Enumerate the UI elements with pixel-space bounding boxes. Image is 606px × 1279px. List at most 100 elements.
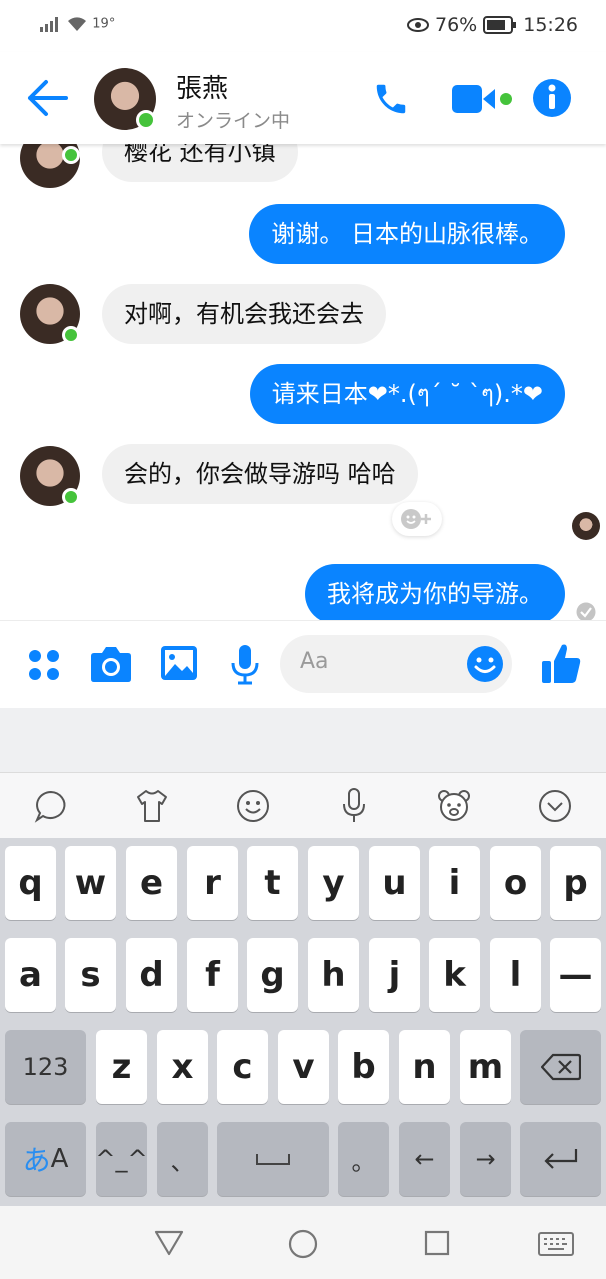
sender-avatar bbox=[20, 446, 80, 506]
clock: 15:26 bbox=[523, 14, 578, 36]
key-l[interactable]: l bbox=[490, 938, 541, 1012]
add-reaction-button[interactable] bbox=[392, 502, 442, 536]
keyboard-keys: q w e r t y u i o p a s d f g h j k l — … bbox=[0, 838, 606, 1206]
contact-avatar-wrapper[interactable] bbox=[94, 68, 156, 130]
key-p[interactable]: p bbox=[550, 846, 601, 920]
voice-input-icon[interactable] bbox=[340, 787, 368, 825]
keyboard-candidate-area bbox=[0, 708, 606, 772]
key-h[interactable]: h bbox=[308, 938, 359, 1012]
online-indicator bbox=[62, 488, 80, 506]
message-list[interactable]: 樱花 还有小镇 谢谢。 日本的山脉很棒。 对啊，有机会我还会去 请来日本❤*.(… bbox=[0, 144, 606, 620]
gallery-icon[interactable] bbox=[160, 645, 198, 681]
message-composer: Aa bbox=[0, 620, 606, 709]
online-indicator bbox=[62, 146, 80, 164]
key-i[interactable]: i bbox=[429, 846, 480, 920]
key-a[interactable]: a bbox=[5, 938, 56, 1012]
skin-shirt-icon[interactable] bbox=[134, 789, 170, 823]
key-s[interactable]: s bbox=[65, 938, 116, 1012]
home-circle-icon[interactable] bbox=[288, 1229, 318, 1259]
phone-icon[interactable] bbox=[372, 80, 410, 118]
key-n[interactable]: n bbox=[399, 1030, 450, 1104]
chat-header: 張燕 オンライン中 bbox=[0, 52, 606, 144]
key-q[interactable]: q bbox=[5, 846, 56, 920]
message-bubble-incoming[interactable]: 对啊，有机会我还会去 bbox=[102, 284, 386, 344]
message-bubble-incoming[interactable]: 会的，你会做导游吗 哈哈 bbox=[102, 444, 418, 504]
backspace-icon bbox=[540, 1053, 581, 1081]
message-bubble-outgoing[interactable]: 请来日本❤*.(ๆ´ ˘ `ๆ).*❤ bbox=[249, 364, 565, 424]
chat-bubble-icon[interactable] bbox=[34, 789, 68, 823]
key-j[interactable]: j bbox=[369, 938, 420, 1012]
key-r[interactable]: r bbox=[187, 846, 238, 920]
status-bar: 19° 76% 15:26 bbox=[0, 0, 606, 52]
key-t[interactable]: t bbox=[247, 846, 298, 920]
key-g[interactable]: g bbox=[247, 938, 298, 1012]
key-dash[interactable]: — bbox=[550, 938, 601, 1012]
keyboard-switch-icon[interactable] bbox=[538, 1232, 574, 1256]
message-bubble-outgoing[interactable]: 谢谢。 日本的山脉很棒。 bbox=[249, 204, 565, 264]
emoji-keyboard-icon[interactable] bbox=[236, 789, 270, 823]
key-numbers[interactable]: 123 bbox=[5, 1030, 86, 1104]
key-emoticon[interactable]: ^_^ bbox=[95, 1122, 148, 1196]
back-arrow-icon[interactable] bbox=[26, 78, 68, 118]
signal-indicator: 19° bbox=[40, 16, 115, 32]
emoji-icon[interactable] bbox=[466, 645, 504, 683]
key-b[interactable]: b bbox=[338, 1030, 389, 1104]
sent-check-icon bbox=[576, 602, 596, 620]
key-o[interactable]: o bbox=[490, 846, 541, 920]
contact-status: オンライン中 bbox=[176, 110, 291, 132]
camera-icon[interactable] bbox=[90, 645, 132, 683]
key-enter[interactable] bbox=[520, 1122, 601, 1196]
latin-label: A bbox=[50, 1144, 69, 1174]
bear-sticker-icon[interactable] bbox=[436, 787, 472, 823]
thumbs-up-icon[interactable] bbox=[540, 641, 582, 685]
status-right: 76% 15:26 bbox=[407, 14, 578, 36]
key-d[interactable]: d bbox=[126, 938, 177, 1012]
message-bubble-outgoing[interactable]: 我将成为你的导游。 bbox=[305, 564, 565, 620]
sender-avatar bbox=[20, 144, 80, 188]
key-cursor-right[interactable]: → bbox=[460, 1122, 511, 1196]
online-indicator bbox=[62, 326, 80, 344]
enter-icon bbox=[543, 1149, 577, 1169]
key-language-switch[interactable]: あA bbox=[5, 1122, 86, 1196]
key-w[interactable]: w bbox=[65, 846, 116, 920]
info-icon[interactable] bbox=[532, 78, 572, 118]
eye-icon bbox=[407, 18, 429, 32]
contact-name[interactable]: 張燕 bbox=[176, 68, 228, 105]
system-nav-bar bbox=[0, 1206, 606, 1279]
message-bubble-incoming[interactable]: 樱花 还有小镇 bbox=[102, 144, 298, 182]
key-comma[interactable]: 、 bbox=[157, 1122, 208, 1196]
input-placeholder: Aa bbox=[300, 649, 329, 674]
key-v[interactable]: v bbox=[278, 1030, 329, 1104]
more-apps-icon[interactable] bbox=[28, 649, 60, 681]
key-z[interactable]: z bbox=[96, 1030, 147, 1104]
keyboard-toolbar bbox=[0, 772, 606, 839]
microphone-icon[interactable] bbox=[230, 643, 260, 685]
key-backspace[interactable] bbox=[520, 1030, 601, 1104]
battery-percent: 76% bbox=[435, 14, 478, 36]
network-speed: 19° bbox=[92, 16, 116, 32]
key-f[interactable]: f bbox=[187, 938, 238, 1012]
space-icon bbox=[256, 1154, 290, 1165]
key-u[interactable]: u bbox=[369, 846, 420, 920]
message-input[interactable]: Aa bbox=[280, 635, 512, 693]
key-k[interactable]: k bbox=[429, 938, 480, 1012]
sender-avatar bbox=[20, 284, 80, 344]
key-space[interactable] bbox=[217, 1122, 329, 1196]
smiley-plus-icon bbox=[401, 509, 431, 529]
key-c[interactable]: c bbox=[217, 1030, 268, 1104]
read-receipt-avatar bbox=[572, 512, 600, 540]
recents-square-icon[interactable] bbox=[424, 1230, 450, 1256]
key-cursor-left[interactable]: ← bbox=[399, 1122, 450, 1196]
key-m[interactable]: m bbox=[460, 1030, 511, 1104]
kana-label: あ bbox=[22, 1144, 51, 1177]
back-triangle-icon[interactable] bbox=[154, 1230, 184, 1256]
battery-icon bbox=[483, 16, 517, 34]
wifi-icon bbox=[68, 17, 87, 31]
collapse-keyboard-icon[interactable] bbox=[538, 789, 572, 823]
key-x[interactable]: x bbox=[157, 1030, 208, 1104]
key-e[interactable]: e bbox=[126, 846, 177, 920]
key-period[interactable]: 。 bbox=[338, 1122, 389, 1196]
online-indicator bbox=[136, 110, 156, 130]
video-call-icon[interactable] bbox=[452, 82, 514, 116]
key-y[interactable]: y bbox=[308, 846, 359, 920]
